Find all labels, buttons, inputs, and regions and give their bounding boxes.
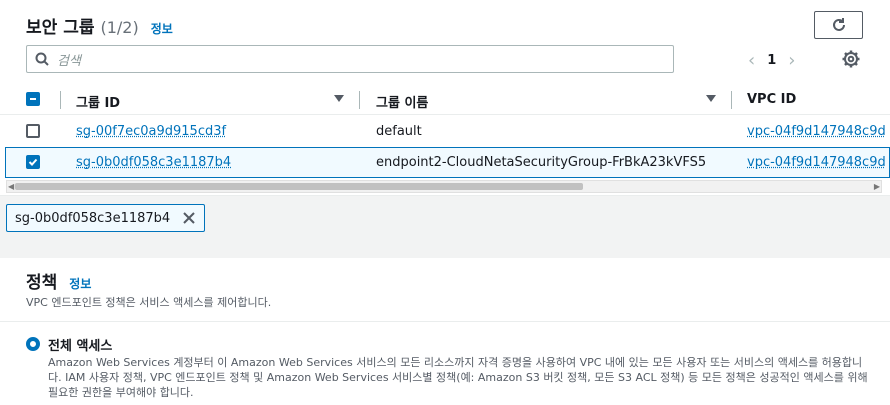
vpc-id-link[interactable]: vpc-04f9d147948c9d bbox=[747, 124, 886, 139]
group-name: default bbox=[376, 124, 422, 139]
column-separator bbox=[359, 91, 360, 109]
select-all-checkbox[interactable] bbox=[26, 92, 40, 106]
group-name: endpoint2-CloudNetaSecurityGroup-FrBkA23… bbox=[376, 155, 707, 170]
token-label: sg-0b0df058c3e1187b4 bbox=[15, 210, 171, 226]
refresh-button[interactable] bbox=[814, 11, 863, 39]
selection-count: (1/2) bbox=[100, 18, 139, 37]
column-header-group-id[interactable]: 그룹 ID bbox=[76, 92, 120, 111]
column-separator bbox=[731, 91, 732, 109]
column-header-group-name[interactable]: 그룹 이름 bbox=[376, 92, 428, 111]
policy-title: 정책 정보 bbox=[26, 268, 91, 293]
full-access-description: Amazon Web Services 계정부터 이 Amazon Web Se… bbox=[48, 356, 868, 399]
caret-down-icon[interactable] bbox=[334, 95, 344, 102]
column-header-vpc-id[interactable]: VPC ID bbox=[747, 92, 796, 107]
close-icon[interactable] bbox=[182, 211, 196, 225]
table-row-selected[interactable]: sg-0b0df058c3e1187b4 endpoint2-CloudNeta… bbox=[5, 147, 890, 178]
full-access-radio[interactable] bbox=[26, 337, 40, 351]
group-id-link[interactable]: sg-00f7ec0a9d915cd3f bbox=[76, 124, 226, 139]
gear-icon[interactable] bbox=[841, 49, 861, 69]
policy-info-link[interactable]: 정보 bbox=[69, 275, 91, 292]
page-title: 보안 그룹 (1/2) 정보 bbox=[26, 13, 173, 38]
table-header: 그룹 ID 그룹 이름 VPC ID bbox=[0, 84, 890, 115]
search-icon bbox=[35, 52, 49, 66]
search-placeholder: 검색 bbox=[57, 53, 81, 69]
security-groups-panel: 보안 그룹 (1/2) 정보 검색 ‹ 1 › 그룹 ID 그룹 이름 VPC … bbox=[0, 0, 890, 196]
policy-title-text: 정책 bbox=[26, 273, 58, 293]
vpc-id-link[interactable]: vpc-04f9d147948c9d bbox=[747, 155, 886, 170]
horizontal-scrollbar[interactable]: ◀ ▶ bbox=[6, 180, 882, 193]
policy-panel: 정책 정보 VPC 엔드포인트 정책은 서비스 액세스를 제어합니다. 전체 액… bbox=[0, 258, 890, 405]
policy-description: VPC 엔드포인트 정책은 서비스 액세스를 제어합니다. bbox=[26, 296, 272, 309]
scroll-right-icon[interactable]: ▶ bbox=[874, 181, 880, 192]
scrollbar-thumb[interactable] bbox=[15, 183, 583, 190]
minus-icon bbox=[30, 98, 36, 100]
chevron-right-icon[interactable]: › bbox=[788, 50, 795, 71]
chevron-left-icon[interactable]: ‹ bbox=[748, 50, 755, 71]
column-separator bbox=[60, 91, 61, 109]
group-id-link[interactable]: sg-0b0df058c3e1187b4 bbox=[76, 155, 231, 170]
divider bbox=[0, 321, 890, 322]
search-input[interactable]: 검색 bbox=[26, 45, 674, 73]
caret-down-icon[interactable] bbox=[706, 95, 716, 102]
scroll-left-icon[interactable]: ◀ bbox=[8, 181, 14, 192]
page-number[interactable]: 1 bbox=[767, 53, 776, 68]
selected-group-token: sg-0b0df058c3e1187b4 bbox=[6, 204, 206, 232]
full-access-label[interactable]: 전체 액세스 bbox=[48, 335, 112, 354]
refresh-icon bbox=[832, 18, 845, 31]
check-icon bbox=[28, 158, 38, 166]
info-link[interactable]: 정보 bbox=[151, 20, 173, 37]
title-text: 보안 그룹 bbox=[26, 18, 95, 38]
pagination: ‹ 1 › bbox=[748, 48, 795, 72]
table-row[interactable]: sg-00f7ec0a9d915cd3f default vpc-04f9d14… bbox=[0, 116, 890, 147]
row-checkbox[interactable] bbox=[26, 155, 40, 169]
row-checkbox[interactable] bbox=[26, 124, 40, 138]
